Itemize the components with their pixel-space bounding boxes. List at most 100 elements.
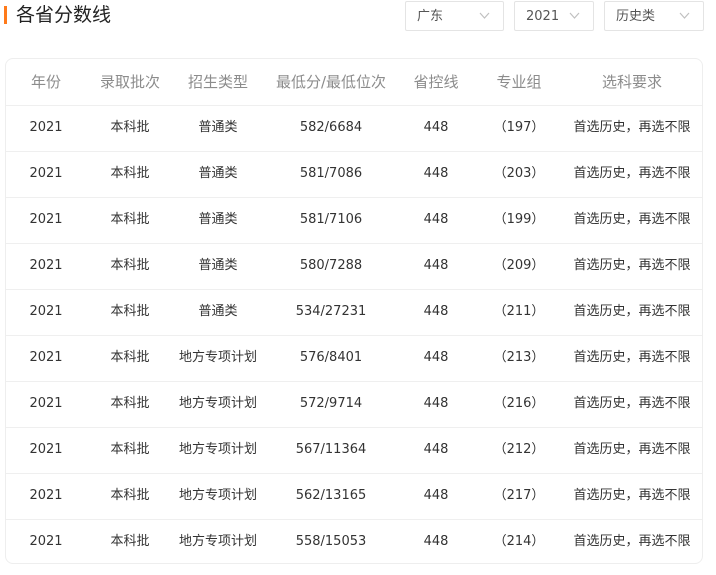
chevron-down-icon [569, 12, 580, 19]
chevron-down-icon [479, 12, 490, 19]
cell-min-score-rank: 581/7106 [299, 212, 363, 227]
cell-major-group: （199） [493, 212, 545, 227]
cell-batch: 本科批 [110, 120, 150, 135]
cell-batch: 本科批 [110, 396, 150, 411]
cell-min-score-rank: 558/15053 [295, 534, 367, 549]
cell-min-score-rank: 534/27231 [295, 304, 367, 319]
cell-enrollment-type: 地方专项计划 [178, 488, 257, 503]
cell-major-group: （216） [493, 396, 545, 411]
cell-year: 2021 [29, 212, 63, 227]
table-row: 2021 本科批 普通类 534/27231 448 （211） 首选历史，再选不限 [6, 289, 702, 336]
cell-control-line: 448 [423, 166, 449, 181]
cell-major-group: （203） [493, 166, 545, 181]
cell-year: 2021 [29, 396, 63, 411]
province-select[interactable]: 广东 [405, 1, 504, 31]
cell-subject-requirement: 首选历史，再选不限 [573, 212, 691, 227]
cell-subject-requirement: 首选历史，再选不限 [573, 442, 691, 457]
cell-batch: 本科批 [110, 258, 150, 273]
subject-type-select-value: 历史类 [616, 9, 656, 24]
cell-subject-requirement: 首选历史，再选不限 [573, 120, 691, 135]
subject-type-select[interactable]: 历史类 [604, 1, 704, 31]
cell-min-score-rank: 582/6684 [299, 120, 363, 135]
table-row: 2021 本科批 地方专项计划 558/15053 448 （214） 首选历史，再选不限 [6, 519, 702, 563]
table-row: 2021 本科批 地方专项计划 562/13165 448 （217） 首选历史，再选不限 [6, 473, 702, 520]
cell-year: 2021 [29, 304, 63, 319]
cell-major-group: （217） [493, 488, 545, 503]
chevron-down-icon [679, 12, 690, 19]
cell-subject-requirement: 首选历史，再选不限 [573, 258, 691, 273]
table-row: 2021 本科批 地方专项计划 572/9714 448 （216） 首选历史，再选不限 [6, 381, 702, 428]
table-header: 年份 录取批次 招生类型 最低分/最低位次 省控线 专业组 选科要求 [6, 59, 702, 106]
cell-control-line: 448 [423, 442, 449, 457]
cell-major-group: （214） [493, 534, 545, 549]
cell-subject-requirement: 首选历史，再选不限 [573, 534, 691, 549]
year-select-value: 2021 [526, 9, 560, 24]
table-row: 2021 本科批 普通类 580/7288 448 （209） 首选历史，再选不限 [6, 243, 702, 290]
cell-major-group: （197） [493, 120, 545, 135]
province-select-value: 广东 [417, 9, 444, 24]
column-header-year: 年份 [30, 73, 61, 91]
table-row: 2021 本科批 普通类 582/6684 448 （197） 首选历史，再选不限 [6, 105, 702, 152]
cell-min-score-rank: 572/9714 [299, 396, 363, 411]
cell-control-line: 448 [423, 258, 449, 273]
table-row: 2021 本科批 地方专项计划 567/11364 448 （212） 首选历史，再选不限 [6, 427, 702, 474]
cell-control-line: 448 [423, 304, 449, 319]
year-select[interactable]: 2021 [514, 1, 594, 31]
cell-enrollment-type: 普通类 [198, 120, 238, 135]
cell-control-line: 448 [423, 350, 449, 365]
cell-year: 2021 [29, 120, 63, 135]
column-header-min-score-rank: 最低分/最低位次 [275, 73, 387, 91]
score-table: 年份 录取批次 招生类型 最低分/最低位次 省控线 专业组 选科要求 2021 本… [5, 58, 703, 564]
cell-batch: 本科批 [110, 304, 150, 319]
cell-batch: 本科批 [110, 442, 150, 457]
cell-min-score-rank: 576/8401 [299, 350, 363, 365]
table-row: 2021 本科批 地方专项计划 576/8401 448 （213） 首选历史，再选不限 [6, 335, 702, 382]
page-title: 各省分数线 [16, 4, 112, 26]
cell-subject-requirement: 首选历史，再选不限 [573, 396, 691, 411]
cell-min-score-rank: 562/13165 [295, 488, 367, 503]
cell-major-group: （212） [493, 442, 545, 457]
cell-year: 2021 [29, 442, 63, 457]
table-row: 2021 本科批 普通类 581/7086 448 （203） 首选历史，再选不限 [6, 151, 702, 198]
cell-control-line: 448 [423, 534, 449, 549]
cell-enrollment-type: 地方专项计划 [178, 396, 257, 411]
cell-enrollment-type: 地方专项计划 [178, 350, 257, 365]
cell-batch: 本科批 [110, 166, 150, 181]
column-header-batch: 录取批次 [99, 73, 160, 91]
cell-year: 2021 [29, 488, 63, 503]
cell-control-line: 448 [423, 488, 449, 503]
cell-year: 2021 [29, 166, 63, 181]
column-header-subject-requirement: 选科要求 [601, 73, 662, 91]
table-row: 2021 本科批 普通类 581/7106 448 （199） 首选历史，再选不限 [6, 197, 702, 244]
cell-year: 2021 [29, 534, 63, 549]
title-accent-bar [4, 6, 7, 24]
cell-control-line: 448 [423, 120, 449, 135]
cell-control-line: 448 [423, 396, 449, 411]
cell-min-score-rank: 580/7288 [299, 258, 363, 273]
cell-major-group: （209） [493, 258, 545, 273]
cell-year: 2021 [29, 258, 63, 273]
cell-enrollment-type: 普通类 [198, 166, 238, 181]
column-header-enrollment-type: 招生类型 [187, 73, 248, 91]
column-header-major-group: 专业组 [496, 73, 542, 91]
cell-batch: 本科批 [110, 534, 150, 549]
cell-min-score-rank: 567/11364 [295, 442, 367, 457]
cell-batch: 本科批 [110, 212, 150, 227]
cell-year: 2021 [29, 350, 63, 365]
cell-subject-requirement: 首选历史，再选不限 [573, 166, 691, 181]
cell-min-score-rank: 581/7086 [299, 166, 363, 181]
cell-subject-requirement: 首选历史，再选不限 [573, 488, 691, 503]
cell-subject-requirement: 首选历史，再选不限 [573, 350, 691, 365]
cell-major-group: （213） [493, 350, 545, 365]
cell-enrollment-type: 地方专项计划 [178, 534, 257, 549]
cell-major-group: （211） [493, 304, 545, 319]
cell-batch: 本科批 [110, 488, 150, 503]
cell-enrollment-type: 普通类 [198, 304, 238, 319]
page-header: 各省分数线 广东 2021 历史类 [0, 0, 716, 44]
cell-batch: 本科批 [110, 350, 150, 365]
cell-control-line: 448 [423, 212, 449, 227]
cell-enrollment-type: 地方专项计划 [178, 442, 257, 457]
cell-enrollment-type: 普通类 [198, 212, 238, 227]
cell-subject-requirement: 首选历史，再选不限 [573, 304, 691, 319]
column-header-control-line: 省控线 [413, 73, 459, 91]
